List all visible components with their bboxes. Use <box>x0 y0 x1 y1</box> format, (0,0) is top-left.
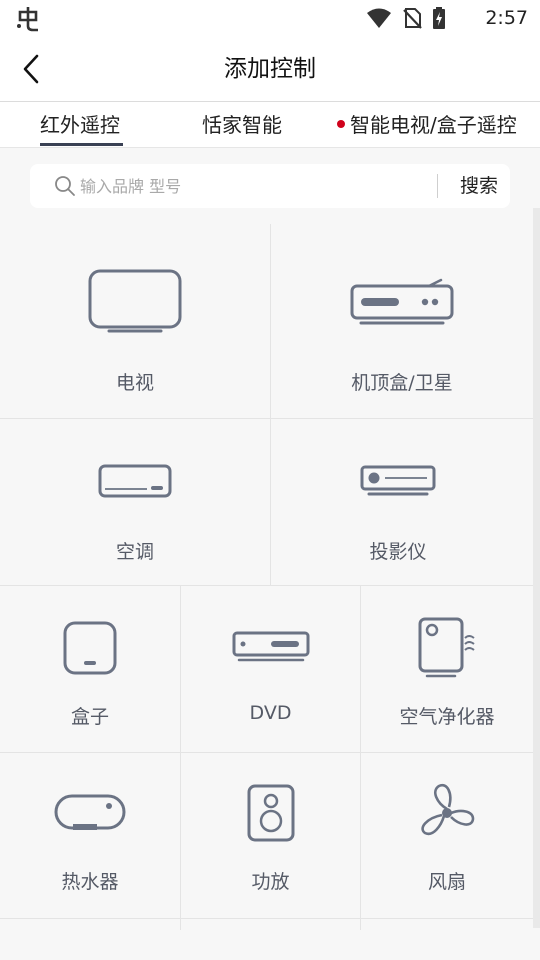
search-button[interactable]: 搜索 <box>448 164 510 208</box>
device-tv[interactable]: 电视 <box>0 224 270 418</box>
tab-smart-tv-box-label: 智能电视/盒子遥控 <box>350 113 517 137</box>
tv-box-icon <box>63 621 117 675</box>
device-set-top-box[interactable]: 机顶盒/卫星 <box>271 224 533 418</box>
device-water-heater[interactable]: 热水器 <box>0 753 180 919</box>
back-button[interactable] <box>12 50 50 88</box>
app-logo-icon <box>17 7 38 32</box>
device-air-conditioner[interactable]: 空调 <box>0 419 270 585</box>
device-dvd[interactable]: DVD <box>181 586 360 752</box>
device-label: 机顶盒/卫星 <box>351 372 453 394</box>
scrollbar[interactable] <box>533 208 540 928</box>
search-input[interactable] <box>80 170 450 202</box>
search-bar: 搜索 <box>30 164 510 208</box>
status-bar: 2:57 <box>0 0 540 36</box>
new-badge-dot <box>337 119 345 128</box>
tab-smart-tv-box-remote[interactable]: 智能电视/盒子遥控 <box>337 102 517 148</box>
device-label: DVD <box>249 702 292 724</box>
device-label: 电视 <box>115 372 154 394</box>
tv-icon <box>88 269 182 333</box>
tab-smart-home[interactable]: 恬家智能 <box>202 102 282 148</box>
projector-icon <box>360 465 436 496</box>
search-icon <box>55 176 75 196</box>
device-label: 空调 <box>115 541 154 563</box>
dvd-player-icon <box>232 631 309 662</box>
grid-divider <box>0 418 533 419</box>
grid-divider <box>270 224 271 585</box>
device-label: 空气净化器 <box>399 706 495 728</box>
air-conditioner-icon <box>98 464 172 498</box>
water-heater-icon <box>54 794 126 830</box>
grid-divider <box>180 586 181 930</box>
chevron-left-icon <box>23 54 39 84</box>
page-title: 添加控制 <box>224 56 316 82</box>
wifi-icon <box>367 8 391 28</box>
device-fan[interactable]: 风扇 <box>361 753 533 919</box>
tab-infrared-remote[interactable]: 红外遥控 <box>40 102 120 148</box>
active-tab-indicator <box>40 143 123 146</box>
tab-bar: 红外遥控 恬家智能 智能电视/盒子遥控 <box>0 102 540 148</box>
status-time: 2:57 <box>485 7 528 29</box>
header: 添加控制 <box>0 36 540 102</box>
battery-charging-icon <box>433 7 445 29</box>
device-label: 投影仪 <box>369 541 427 563</box>
device-air-purifier[interactable]: 空气净化器 <box>361 586 533 752</box>
speaker-icon <box>247 784 294 842</box>
air-purifier-icon <box>418 617 475 678</box>
device-label: 热水器 <box>61 871 119 893</box>
device-label: 功放 <box>251 871 290 893</box>
grid-divider <box>360 586 361 930</box>
grid-divider <box>0 752 533 753</box>
device-label: 盒子 <box>70 706 109 728</box>
fan-icon <box>421 783 475 836</box>
device-projector[interactable]: 投影仪 <box>271 419 525 585</box>
set-top-box-icon <box>350 278 454 325</box>
grid-divider <box>0 585 533 586</box>
no-sim-icon <box>403 8 422 29</box>
grid-divider <box>0 918 533 919</box>
device-label: 风扇 <box>427 871 466 893</box>
search-divider <box>437 174 438 198</box>
status-icons <box>366 6 446 30</box>
device-box[interactable]: 盒子 <box>0 586 180 752</box>
device-amplifier[interactable]: 功放 <box>181 753 360 919</box>
